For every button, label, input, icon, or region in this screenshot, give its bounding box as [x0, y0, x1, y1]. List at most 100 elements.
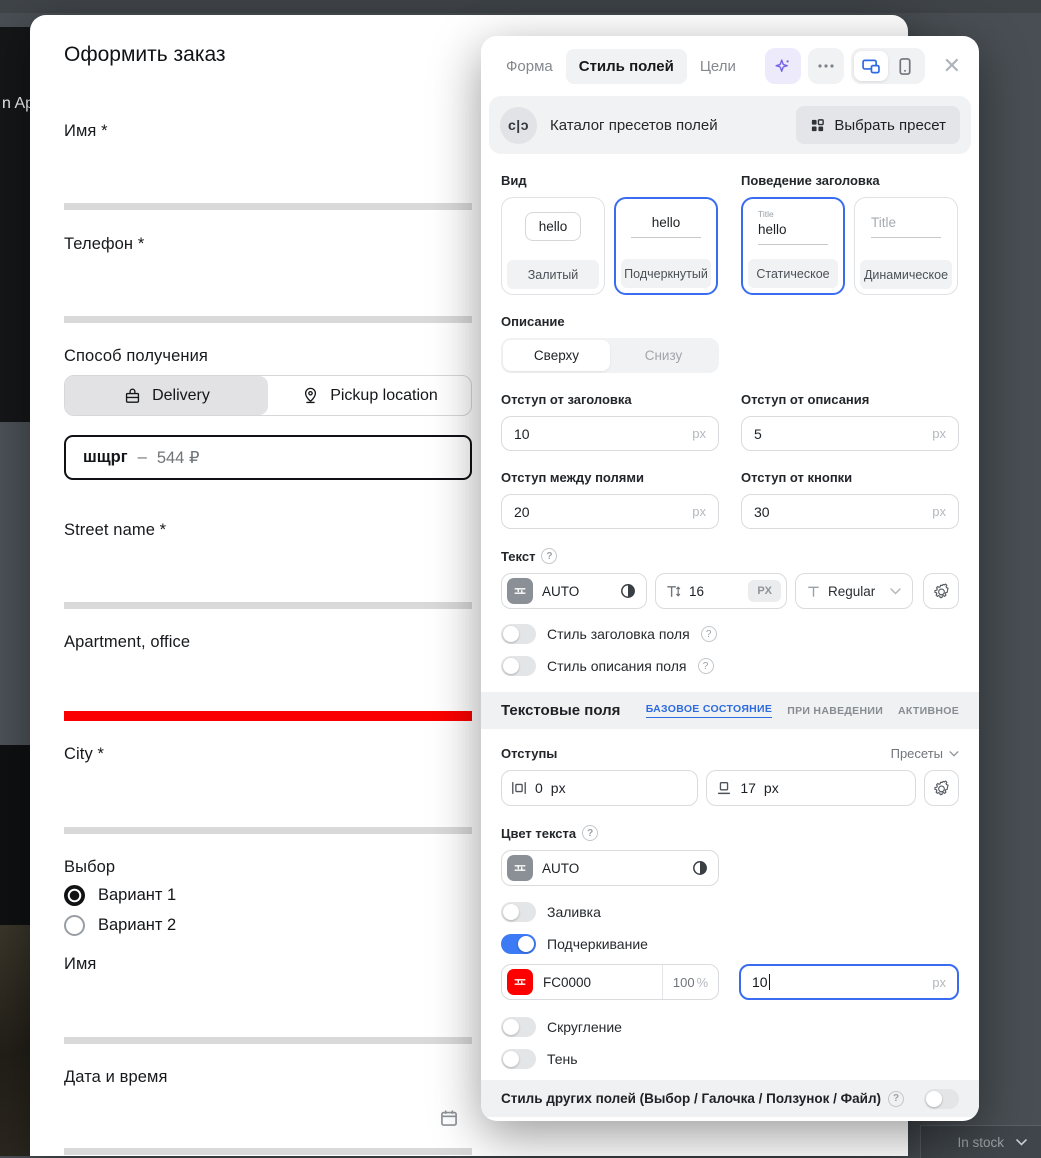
view-card-underlined[interactable]: hello Подчеркнутый — [614, 197, 718, 295]
text-color-section-label-text: Цвет текста — [501, 826, 576, 841]
description-section-label: Описание — [501, 314, 959, 329]
unit-label: px — [764, 780, 779, 796]
more-options-button[interactable] — [808, 48, 844, 84]
stock-dropdown[interactable]: In stock — [920, 1125, 1041, 1158]
tab-form[interactable]: Форма — [493, 49, 566, 84]
static-caption: Статическое — [748, 259, 838, 288]
title-behavior-label: Поведение заголовка — [741, 173, 959, 188]
text-section-label: Текст ? — [501, 548, 959, 564]
city-field-underline[interactable] — [64, 827, 472, 834]
help-icon[interactable]: ? — [541, 548, 557, 564]
font-size-unit-badge[interactable]: PX — [748, 580, 781, 602]
description-bottom-option[interactable]: Снизу — [610, 340, 717, 371]
shadow-toggle[interactable] — [501, 1049, 536, 1069]
name-field-label: Имя * — [64, 122, 108, 141]
behavior-card-dynamic[interactable]: Title Динамическое — [854, 197, 958, 295]
field-title-style-toggle[interactable] — [501, 624, 536, 644]
fill-toggle[interactable] — [501, 902, 536, 922]
tab-pickup-location[interactable]: Pickup location — [268, 376, 471, 415]
underline-color-input[interactable]: FC0000 100 % — [501, 964, 719, 1000]
city-field-label: City * — [64, 745, 104, 764]
text-section-label-text: Текст — [501, 549, 535, 564]
help-icon[interactable]: ? — [701, 626, 717, 642]
vertical-padding-input[interactable]: 17 px — [706, 770, 915, 806]
static-mini-title: Title — [758, 209, 828, 219]
text-settings-gear-button[interactable] — [923, 573, 959, 609]
choose-preset-button[interactable]: Выбрать пресет — [796, 106, 960, 144]
help-icon[interactable]: ? — [698, 658, 714, 674]
desktop-icon — [862, 59, 880, 74]
field-description-style-row: Стиль описания поля ? — [501, 656, 959, 676]
red-color-swatch-icon — [507, 969, 533, 995]
grid-icon — [810, 118, 825, 133]
horizontal-padding-input[interactable]: 0 px — [501, 770, 698, 806]
form-title: Оформить заказ — [64, 43, 226, 67]
radio-unchecked-icon — [64, 915, 85, 936]
contrast-icon[interactable] — [620, 583, 636, 599]
radio-option-2[interactable]: Вариант 2 — [64, 915, 176, 936]
name-field-underline[interactable] — [64, 203, 472, 210]
name2-field-label: Имя — [64, 955, 96, 974]
mobile-icon — [899, 58, 911, 75]
field-description-style-toggle[interactable] — [501, 656, 536, 676]
tab-field-style[interactable]: Стиль полей — [566, 49, 687, 84]
other-fields-toggle[interactable] — [924, 1089, 959, 1109]
text-color-picker[interactable]: AUTO — [501, 573, 647, 609]
datetime-field-underline[interactable] — [64, 1148, 472, 1155]
view-card-filled[interactable]: hello Залитый — [501, 197, 605, 295]
text-fields-band-label: Текстовые поля — [501, 702, 620, 719]
spacing-title-input[interactable]: 10 px — [501, 416, 719, 451]
help-icon[interactable]: ? — [582, 825, 598, 841]
close-icon[interactable]: ✕ — [943, 55, 961, 77]
ai-assistant-button[interactable] — [765, 48, 801, 84]
tab-goals[interactable]: Цели — [687, 49, 749, 84]
state-tab-hover[interactable]: ПРИ НАВЕДЕНИИ — [787, 705, 883, 717]
selected-product-option[interactable]: шщрг – 544 ₽ — [64, 435, 472, 480]
font-size-icon — [666, 584, 681, 599]
underlined-caption: Подчеркнутый — [621, 259, 711, 288]
mobile-view-button[interactable] — [888, 51, 922, 81]
underline-thickness-input-focused[interactable]: 10 px — [739, 964, 959, 1000]
delivery-method-label: Способ получения — [64, 347, 208, 366]
phone-field-underline[interactable] — [64, 316, 472, 323]
rounding-toggle[interactable] — [501, 1017, 536, 1037]
apartment-field-underline-red[interactable] — [64, 711, 472, 721]
view-section-label: Вид — [501, 173, 719, 188]
calendar-icon[interactable] — [439, 1108, 459, 1133]
unit-label: px — [932, 975, 946, 990]
field-cursor-icon: c|ɔ — [500, 107, 537, 144]
name2-field-underline[interactable] — [64, 1037, 472, 1044]
radio-option-1[interactable]: Вариант 1 — [64, 885, 176, 906]
radio-checked-icon — [64, 885, 85, 906]
unit-label: px — [932, 426, 946, 441]
state-tab-base[interactable]: БАЗОВОЕ СОСТОЯНИЕ — [646, 703, 773, 718]
description-top-option[interactable]: Сверху — [503, 340, 610, 371]
help-icon[interactable]: ? — [888, 1091, 904, 1107]
font-size-input[interactable]: 16 PX — [655, 573, 787, 609]
behavior-card-static[interactable]: Title hello Статическое — [741, 197, 845, 295]
spacing-description-input[interactable]: 5 px — [741, 416, 959, 451]
underline-color-opacity[interactable]: 100 % — [662, 965, 718, 999]
paddings-presets-label: Пресеты — [891, 746, 943, 761]
tab-delivery[interactable]: Delivery — [65, 376, 268, 415]
state-tab-active[interactable]: АКТИВНОЕ — [898, 705, 959, 717]
spacing-button-input[interactable]: 30 px — [741, 494, 959, 529]
desktop-view-button[interactable] — [854, 51, 888, 81]
gear-icon — [933, 583, 950, 600]
paddings-presets-dropdown[interactable]: Пресеты — [891, 746, 959, 761]
dynamic-preview: Title — [871, 215, 941, 230]
other-fields-band-label: Стиль других полей (Выбор / Галочка / По… — [501, 1091, 881, 1106]
spacing-between-input[interactable]: 20 px — [501, 494, 719, 529]
font-weight-select[interactable]: Regular — [795, 573, 913, 609]
underline-toggle[interactable] — [501, 934, 536, 954]
field-text-color-value: AUTO — [542, 861, 579, 876]
text-color-value: AUTO — [542, 584, 579, 599]
rounding-toggle-label: Скругление — [547, 1019, 622, 1035]
paddings-gear-button[interactable] — [924, 770, 959, 806]
font-weight-value: Regular — [828, 584, 875, 599]
street-field-underline[interactable] — [64, 602, 472, 609]
contrast-icon[interactable] — [692, 860, 708, 876]
underline-toggle-label: Подчеркивание — [547, 936, 648, 952]
opacity-unit: % — [697, 975, 709, 990]
field-text-color-picker[interactable]: AUTO — [501, 850, 719, 886]
